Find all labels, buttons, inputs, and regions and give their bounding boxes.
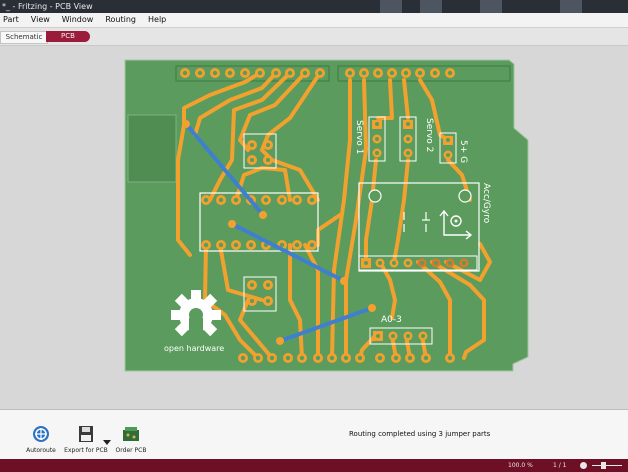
zoom-slider-handle[interactable] <box>601 462 606 469</box>
menu-bar: Part View Window Routing Help <box>0 13 628 28</box>
zoom-slider[interactable] <box>592 465 622 466</box>
window-title: *_ - Fritzing - PCB View <box>2 2 93 11</box>
pcb-canvas[interactable]: Servo 1 Servo 2 5+ G Acc/Gyro A0-3 open … <box>0 46 628 409</box>
label-acc-gyro: Acc/Gyro <box>481 183 491 224</box>
tab-schematic[interactable]: Schematic <box>0 31 48 44</box>
tab-pcb[interactable]: PCB <box>46 31 90 42</box>
autoroute-button[interactable]: Autoroute <box>18 425 64 454</box>
usb-connector-outline <box>127 114 177 183</box>
label-open-hardware: open hardware <box>164 344 224 353</box>
bottom-header-pins <box>238 353 455 363</box>
zoom-readout: 100.0 % <box>508 462 533 469</box>
view-tab-bar: Schematic PCB <box>0 28 628 46</box>
export-for-pcb-label: Export for PCB <box>64 447 108 454</box>
pcb-drawing: Servo 1 Servo 2 5+ G Acc/Gyro A0-3 open … <box>124 59 529 372</box>
floppy-disk-icon <box>79 426 93 442</box>
routing-status-message: Routing completed using 3 jumper parts <box>349 430 491 438</box>
order-pcb-label: Order PCB <box>115 447 147 454</box>
titlebar-decoration <box>560 0 582 13</box>
label-servo2: Servo 2 <box>424 118 434 152</box>
autoroute-icon <box>33 426 49 442</box>
menu-routing[interactable]: Routing <box>105 13 136 27</box>
menu-view[interactable]: View <box>31 13 50 27</box>
open-hardware-logo <box>171 290 221 338</box>
status-bar: 100.0 % 1 / 1 <box>0 459 628 472</box>
label-5v-gnd: 5+ G <box>458 140 468 163</box>
autoroute-label: Autoroute <box>26 447 56 454</box>
pcb-board-icon <box>123 427 139 441</box>
order-pcb-button[interactable]: Order PCB <box>108 425 154 454</box>
titlebar-decoration <box>480 0 502 13</box>
page-readout: 1 / 1 <box>553 462 567 469</box>
title-bar: *_ - Fritzing - PCB View <box>0 0 628 13</box>
zoom-out-icon[interactable] <box>580 462 587 469</box>
menu-part[interactable]: Part <box>3 13 19 27</box>
label-a0-3: A0-3 <box>381 315 402 325</box>
menu-help[interactable]: Help <box>148 13 166 27</box>
titlebar-decoration <box>420 0 442 13</box>
menu-window[interactable]: Window <box>62 13 94 27</box>
label-servo1: Servo 1 <box>354 120 364 154</box>
titlebar-decoration <box>380 0 402 13</box>
